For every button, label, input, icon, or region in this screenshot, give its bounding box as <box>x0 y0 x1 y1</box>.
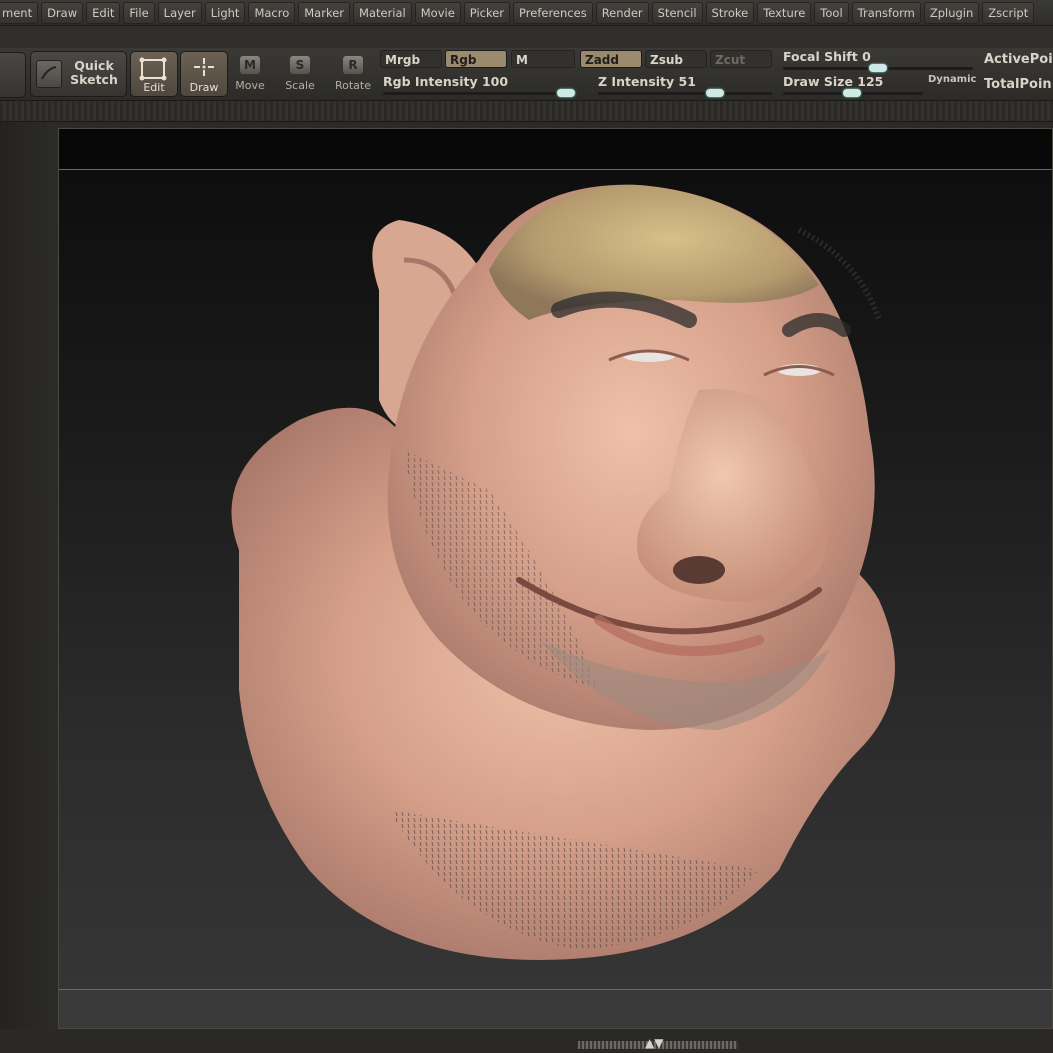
canvas-viewport[interactable] <box>58 128 1053 1029</box>
menu-item-stencil[interactable]: Stencil <box>651 1 703 24</box>
total-points-label: TotalPoin <box>984 77 1052 92</box>
menu-item-file[interactable]: File <box>123 1 155 24</box>
menu-item-render[interactable]: Render <box>595 1 649 24</box>
menu-bar: ment Draw Edit File Layer Light Macro Marker Mat… <box>0 0 1053 26</box>
menu-item-picker[interactable]: Picker <box>463 1 511 24</box>
menu-item-preferences[interactable]: Preferences <box>513 1 593 24</box>
focal-shift-thumb[interactable] <box>869 64 887 72</box>
zadd-button[interactable]: Zadd <box>580 50 642 68</box>
rgb-intensity-track[interactable] <box>383 89 575 97</box>
active-points-label: ActivePoin <box>984 52 1053 67</box>
draw-label: Draw <box>189 81 219 94</box>
menu-item-ment[interactable]: ment <box>0 1 39 24</box>
move-mode-button[interactable]: M Move <box>228 54 272 94</box>
menu-item-zplugin[interactable]: Zplugin <box>923 1 980 24</box>
z-intensity-thumb[interactable] <box>706 89 724 97</box>
scale-mode-button[interactable]: S Scale <box>278 54 322 94</box>
dynamic-toggle[interactable]: Dynamic <box>928 74 976 85</box>
menu-item-material[interactable]: Material <box>353 1 412 24</box>
menu-item-draw[interactable]: Draw <box>41 1 84 24</box>
menu-item-layer[interactable]: Layer <box>157 1 202 24</box>
top-shelf-toolbar: Quick Sketch Edit Draw M Move S Scale R … <box>0 48 1053 100</box>
rgb-intensity-value: 100 <box>481 74 509 89</box>
z-intensity-value: 51 <box>678 74 696 89</box>
m-button[interactable]: M <box>511 50 575 68</box>
draw-size-track[interactable] <box>783 89 923 97</box>
menu-item-zscript[interactable]: Zscript <box>982 1 1035 24</box>
left-shelf-button[interactable] <box>0 52 26 98</box>
menu-item-marker[interactable]: Marker <box>298 1 351 24</box>
canvas-top-band <box>59 129 1052 170</box>
zsub-button[interactable]: Zsub <box>645 50 707 68</box>
draw-crosshair-icon <box>194 58 214 76</box>
scale-label: Scale <box>285 79 315 92</box>
move-label: Move <box>235 79 265 92</box>
z-intensity-track[interactable] <box>598 89 772 97</box>
menu-item-edit[interactable]: Edit <box>86 1 121 24</box>
rgb-intensity-label: Rgb Intensity <box>383 74 478 89</box>
menu-item-tool[interactable]: Tool <box>814 1 849 24</box>
scale-icon: S <box>290 56 310 74</box>
shelf-divider <box>0 100 1053 122</box>
menu-item-texture[interactable]: Texture <box>757 1 812 24</box>
z-intensity-slider[interactable]: Z Intensity 51 <box>598 73 696 91</box>
edit-icon <box>139 57 167 81</box>
document-canvas[interactable] <box>59 170 1052 990</box>
mrgb-button[interactable]: Mrgb <box>380 50 442 68</box>
draw-size-slider[interactable]: Draw Size 125 <box>783 73 883 91</box>
rgb-button[interactable]: Rgb <box>445 50 507 68</box>
edit-label: Edit <box>143 81 165 94</box>
focal-shift-label: Focal Shift <box>783 49 858 64</box>
focal-shift-track[interactable] <box>783 64 973 72</box>
left-shelf <box>0 122 58 1053</box>
sketch-icon <box>36 60 62 88</box>
menu-separator <box>0 26 1053 48</box>
draw-size-thumb[interactable] <box>843 89 861 97</box>
expand-collapse-arrows-icon[interactable]: ▲▼ <box>645 1037 663 1049</box>
move-icon: M <box>240 56 260 74</box>
menu-item-light[interactable]: Light <box>204 1 246 24</box>
rotate-icon: R <box>343 56 363 74</box>
draw-mode-button[interactable]: Draw <box>180 51 228 97</box>
rotate-mode-button[interactable]: R Rotate <box>331 54 375 94</box>
draw-size-label: Draw Size <box>783 74 853 89</box>
menu-item-movie[interactable]: Movie <box>414 1 461 24</box>
rgb-intensity-slider[interactable]: Rgb Intensity 100 <box>383 73 508 91</box>
draw-size-value: 125 <box>857 74 884 89</box>
quick-sketch-label: Quick Sketch <box>70 58 118 87</box>
menu-item-macro[interactable]: Macro <box>248 1 296 24</box>
menu-item-transform[interactable]: Transform <box>851 1 921 24</box>
bottom-shelf <box>0 1029 1053 1053</box>
menu-item-stroke[interactable]: Stroke <box>705 1 755 24</box>
sculpted-head-model[interactable] <box>59 170 1052 990</box>
focal-shift-value: 0 <box>862 49 871 64</box>
edit-mode-button[interactable]: Edit <box>130 51 178 97</box>
z-intensity-label: Z Intensity <box>598 74 675 89</box>
canvas-bottom-band <box>59 989 1052 1028</box>
quick-sketch-button[interactable]: Quick Sketch <box>30 51 127 97</box>
rgb-intensity-thumb[interactable] <box>557 89 575 97</box>
zcut-button[interactable]: Zcut <box>710 50 772 68</box>
focal-shift-slider[interactable]: Focal Shift 0 <box>783 48 871 66</box>
rotate-label: Rotate <box>334 79 371 92</box>
